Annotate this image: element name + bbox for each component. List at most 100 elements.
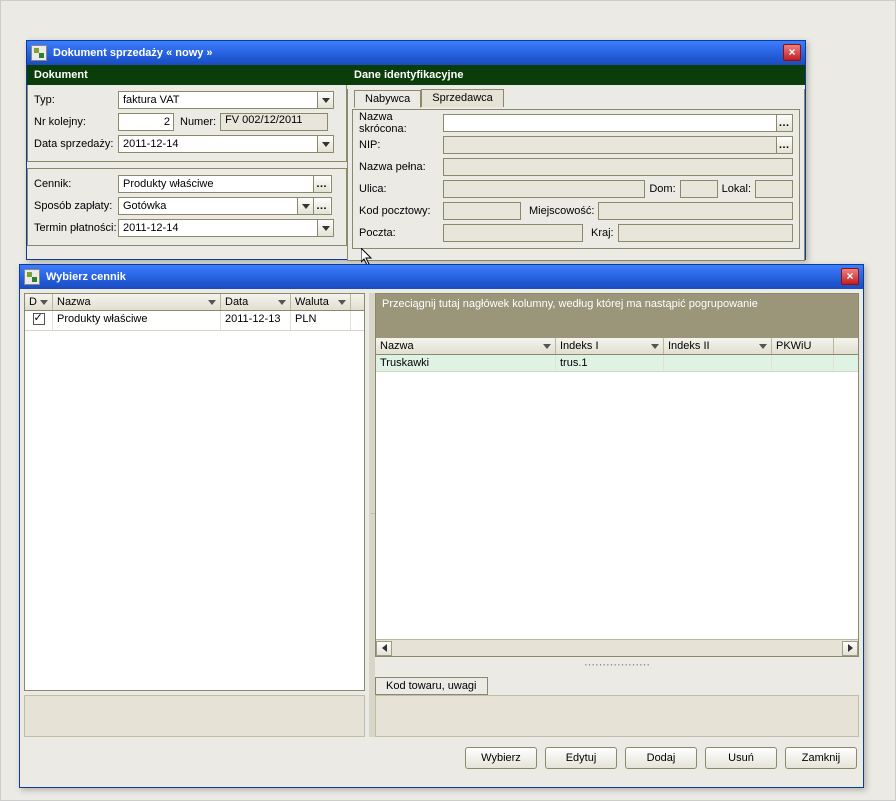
label-cennik: Cennik: xyxy=(34,178,118,190)
kraj-field[interactable] xyxy=(618,224,793,242)
tab-kod-towaru[interactable]: Kod towaru, uwagi xyxy=(375,677,488,695)
label-nazwa-skrocona: Nazwa skrócona: xyxy=(359,111,443,135)
cennik-lookup-button[interactable]: … xyxy=(314,175,332,193)
col-d[interactable]: D xyxy=(25,294,53,310)
usun-button[interactable]: Usuń xyxy=(705,747,777,769)
checkbox-icon[interactable] xyxy=(33,313,45,325)
cell-idx1: trus.1 xyxy=(556,355,664,371)
label-termin: Termin płatności: xyxy=(34,222,118,234)
tab-nabywca[interactable]: Nabywca xyxy=(354,90,421,108)
app-icon xyxy=(31,45,47,61)
section-header-dane-id: Dane identyfikacyjne xyxy=(347,65,805,85)
poczta-field[interactable] xyxy=(443,224,583,242)
label-ulica: Ulica: xyxy=(359,183,443,195)
numer-field: FV 002/12/2011 xyxy=(220,113,328,131)
window-title: Wybierz cennik xyxy=(46,271,126,283)
nazwa-pelna-field[interactable] xyxy=(443,158,793,176)
scroll-left-icon[interactable] xyxy=(376,641,392,656)
sort-icon xyxy=(338,300,346,305)
title-bar[interactable]: Wybierz cennik × xyxy=(20,265,863,289)
col-nazwa[interactable]: Nazwa xyxy=(53,294,221,310)
lookup-icon[interactable]: … xyxy=(776,137,792,153)
label-nrkolejny: Nr kolejny: xyxy=(34,116,118,128)
cennik-combo[interactable]: Produkty właściwe xyxy=(118,175,314,193)
label-lokal: Lokal: xyxy=(722,183,751,195)
group-by-header[interactable]: Przeciągnij tutaj nagłówek kolumny, wedł… xyxy=(376,294,858,314)
cell-waluta: PLN xyxy=(291,311,351,330)
termin-value: 2011-12-14 xyxy=(119,222,317,234)
col-data[interactable]: Data xyxy=(221,294,291,310)
sort-icon xyxy=(651,344,659,349)
label-numer: Numer: xyxy=(180,116,216,128)
typ-combo[interactable]: faktura VAT xyxy=(118,91,334,109)
cennik-value: Produkty właściwe xyxy=(119,178,313,190)
ident-panel: Nazwa skrócona: … NIP: … xyxy=(352,109,800,249)
left-footer-panel xyxy=(24,695,365,737)
miejscowosc-field[interactable] xyxy=(598,202,793,220)
sort-icon xyxy=(208,300,216,305)
produkty-grid[interactable]: Przeciągnij tutaj nagłówek kolumny, wedł… xyxy=(375,293,859,657)
lookup-icon[interactable]: … xyxy=(776,115,792,131)
dropdown-icon[interactable] xyxy=(317,92,333,108)
close-icon[interactable]: × xyxy=(783,44,801,61)
dom-field[interactable] xyxy=(680,180,718,198)
table-row[interactable]: Truskawki trus.1 xyxy=(376,355,858,372)
sort-icon xyxy=(759,344,767,349)
horizontal-splitter[interactable]: ⋯⋯⋯⋯⋯⋯ xyxy=(375,657,859,671)
label-nazwa-pelna: Nazwa pełna: xyxy=(359,161,443,173)
close-icon[interactable]: × xyxy=(841,268,859,285)
scroll-right-icon[interactable] xyxy=(842,641,858,656)
sort-icon xyxy=(40,300,48,305)
zamknij-button[interactable]: Zamknij xyxy=(785,747,857,769)
label-dom: Dom: xyxy=(649,183,675,195)
label-sposob-zaplaty: Sposób zapłaty: xyxy=(34,200,118,212)
ellipsis-icon: … xyxy=(316,201,328,211)
col-nazwa[interactable]: Nazwa xyxy=(376,338,556,354)
grid-header: D Nazwa Data Waluta xyxy=(25,294,364,311)
dropdown-icon[interactable] xyxy=(317,220,333,236)
table-row[interactable]: Produkty właściwe 2011-12-13 PLN xyxy=(25,311,364,331)
col-waluta[interactable]: Waluta xyxy=(291,294,351,310)
cell-pkwiu xyxy=(772,355,834,371)
data-sprzedazy-value: 2011-12-14 xyxy=(119,138,317,150)
ulica-field[interactable] xyxy=(443,180,645,198)
cell-idx2 xyxy=(664,355,772,371)
horizontal-scrollbar[interactable] xyxy=(376,639,858,656)
lokal-field[interactable] xyxy=(755,180,793,198)
title-bar[interactable]: Dokument sprzedaży « nowy » × xyxy=(27,41,805,65)
label-typ: Typ: xyxy=(34,94,118,106)
section-header-dokument: Dokument xyxy=(27,65,347,85)
wybierz-button[interactable]: Wybierz xyxy=(465,747,537,769)
col-pkwiu[interactable]: PKWiU xyxy=(772,338,834,354)
sposob-lookup-button[interactable]: … xyxy=(314,197,332,215)
nip-input[interactable]: … xyxy=(443,136,793,154)
nazwa-skrocona-input[interactable]: … xyxy=(443,114,793,132)
dropdown-icon[interactable] xyxy=(297,198,313,214)
col-indeks1[interactable]: Indeks I xyxy=(556,338,664,354)
kod-field[interactable] xyxy=(443,202,521,220)
sposob-zaplaty-value: Gotówka xyxy=(119,200,297,212)
nr-kolejny-input[interactable] xyxy=(118,113,174,131)
dokument-sprzedazy-window: Dokument sprzedaży « nowy » × Dokument T… xyxy=(26,40,806,260)
cell-nazwa: Produkty właściwe xyxy=(53,311,221,330)
bottom-tabs: Kod towaru, uwagi xyxy=(375,677,859,695)
dialog-button-bar: Wybierz Edytuj Dodaj Usuń Zamknij xyxy=(20,741,863,775)
dropdown-icon[interactable] xyxy=(317,136,333,152)
cennik-grid[interactable]: D Nazwa Data Waluta Produkty właściwe 20… xyxy=(24,293,365,691)
termin-combo[interactable]: 2011-12-14 xyxy=(118,219,334,237)
label-poczta: Poczta: xyxy=(359,227,443,239)
edytuj-button[interactable]: Edytuj xyxy=(545,747,617,769)
cell-data: 2011-12-13 xyxy=(221,311,291,330)
sort-icon xyxy=(543,344,551,349)
label-kod: Kod pocztowy: xyxy=(359,205,443,217)
dodaj-button[interactable]: Dodaj xyxy=(625,747,697,769)
col-indeks2[interactable]: Indeks II xyxy=(664,338,772,354)
label-kraj: Kraj: xyxy=(591,227,614,239)
tab-sprzedawca[interactable]: Sprzedawca xyxy=(421,89,504,107)
sposob-zaplaty-combo[interactable]: Gotówka xyxy=(118,197,314,215)
label-nip: NIP: xyxy=(359,139,443,151)
data-sprzedazy-combo[interactable]: 2011-12-14 xyxy=(118,135,334,153)
grid-header: Nazwa Indeks I Indeks II PKWiU xyxy=(376,338,858,355)
sort-icon xyxy=(278,300,286,305)
label-data-sprzedazy: Data sprzedaży: xyxy=(34,138,118,150)
